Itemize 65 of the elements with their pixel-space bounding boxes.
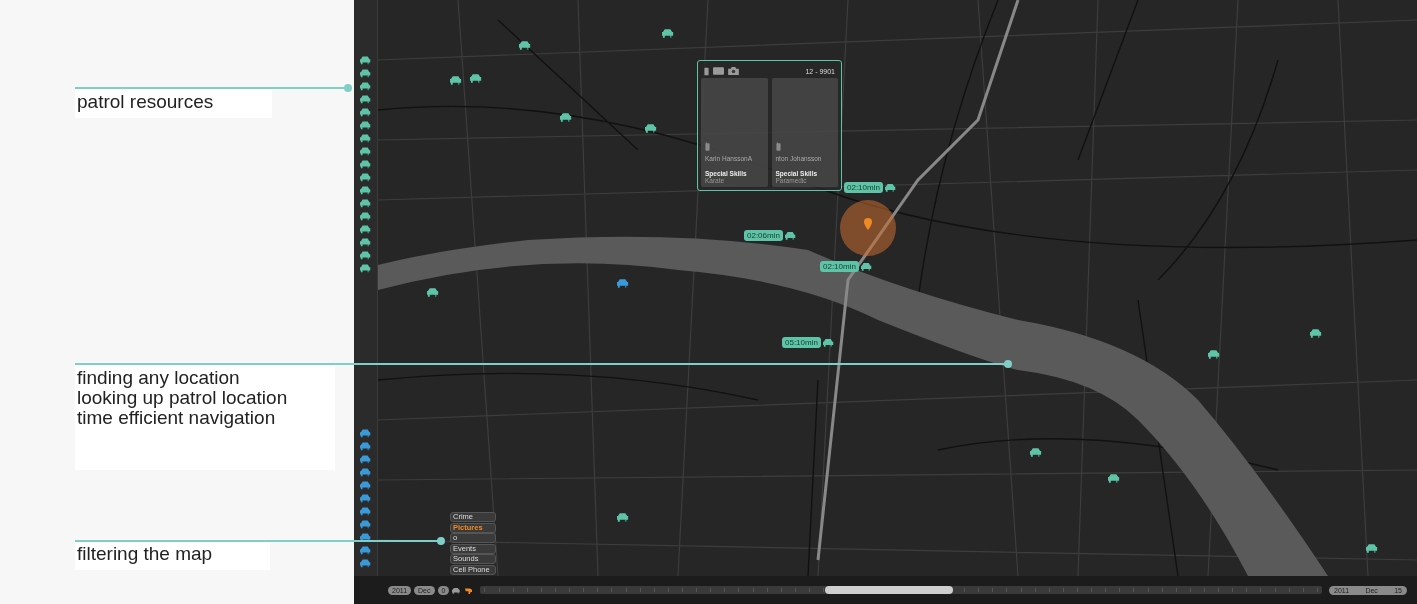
- car-icon[interactable]: [359, 159, 372, 169]
- location-pin-icon[interactable]: [864, 218, 872, 230]
- car-icon[interactable]: [427, 287, 440, 297]
- car-icon[interactable]: [617, 278, 630, 288]
- car-icon[interactable]: [1310, 328, 1323, 338]
- annotation-text: looking up patrol location: [77, 388, 289, 408]
- car-icon[interactable]: [662, 28, 675, 38]
- car-icon[interactable]: [470, 73, 483, 83]
- car-icon[interactable]: [359, 532, 372, 542]
- car-icon[interactable]: [560, 112, 573, 122]
- annotation-text: patrol resources: [77, 92, 215, 112]
- car-icon[interactable]: [884, 183, 897, 192]
- car-icon[interactable]: [359, 55, 372, 65]
- car-icon[interactable]: [359, 120, 372, 130]
- hand-icon[interactable]: [464, 586, 474, 594]
- car-icon[interactable]: [450, 75, 463, 85]
- location-circle: [840, 200, 896, 256]
- car-icon[interactable]: [359, 185, 372, 195]
- camera-icon[interactable]: [728, 67, 739, 75]
- eta-label[interactable]: 02:10min: [820, 261, 859, 272]
- eta-label[interactable]: 02:06min: [744, 230, 783, 241]
- car-icon[interactable]: [359, 68, 372, 78]
- car-icon[interactable]: [359, 263, 372, 273]
- eta-label[interactable]: 05:10min: [782, 337, 821, 348]
- car-icon[interactable]: [1366, 543, 1379, 553]
- car-icon[interactable]: [359, 237, 372, 247]
- eta-label[interactable]: 02:10min: [844, 182, 883, 193]
- radio-icon: [775, 142, 781, 151]
- car-icon[interactable]: [359, 94, 372, 104]
- car-icon[interactable]: [359, 519, 372, 529]
- car-icon[interactable]: [860, 262, 873, 271]
- car-icon[interactable]: [359, 211, 372, 221]
- timeline-track[interactable]: [480, 586, 1322, 594]
- car-icon[interactable]: [1108, 473, 1121, 483]
- car-icon[interactable]: [359, 198, 372, 208]
- car-icon[interactable]: [822, 338, 835, 347]
- annotation-text: time efficient navigation: [77, 408, 277, 428]
- car-icon[interactable]: [359, 81, 372, 91]
- car-icon[interactable]: [359, 467, 372, 477]
- car-icon[interactable]: [359, 545, 372, 555]
- car-icon[interactable]: [359, 250, 372, 260]
- car-icon[interactable]: [359, 107, 372, 117]
- phone-icon[interactable]: [704, 66, 709, 76]
- car-icon[interactable]: [359, 454, 372, 464]
- car-icon[interactable]: [784, 231, 797, 240]
- car-icon[interactable]: [1030, 447, 1043, 457]
- car-icon[interactable]: [645, 123, 658, 133]
- car-icon[interactable]: [359, 428, 372, 438]
- car-icon[interactable]: [359, 146, 372, 156]
- annotation-text: finding any location: [77, 368, 241, 388]
- car-icon[interactable]: [1208, 349, 1221, 359]
- car-icon[interactable]: [617, 512, 630, 522]
- car-icon[interactable]: [359, 133, 372, 143]
- car-icon[interactable]: [359, 224, 372, 234]
- annotation-text: filtering the map: [77, 544, 214, 564]
- car-icon[interactable]: [359, 506, 372, 516]
- car-icon[interactable]: [359, 558, 372, 568]
- car-icon[interactable]: [519, 40, 532, 50]
- car-icon[interactable]: [359, 441, 372, 451]
- car-icon[interactable]: [452, 586, 462, 594]
- radio-icon: [705, 142, 710, 151]
- car-icon[interactable]: [359, 493, 372, 503]
- car-icon[interactable]: [359, 480, 372, 490]
- car-icon[interactable]: [359, 172, 372, 182]
- time-range-handle[interactable]: [825, 586, 954, 594]
